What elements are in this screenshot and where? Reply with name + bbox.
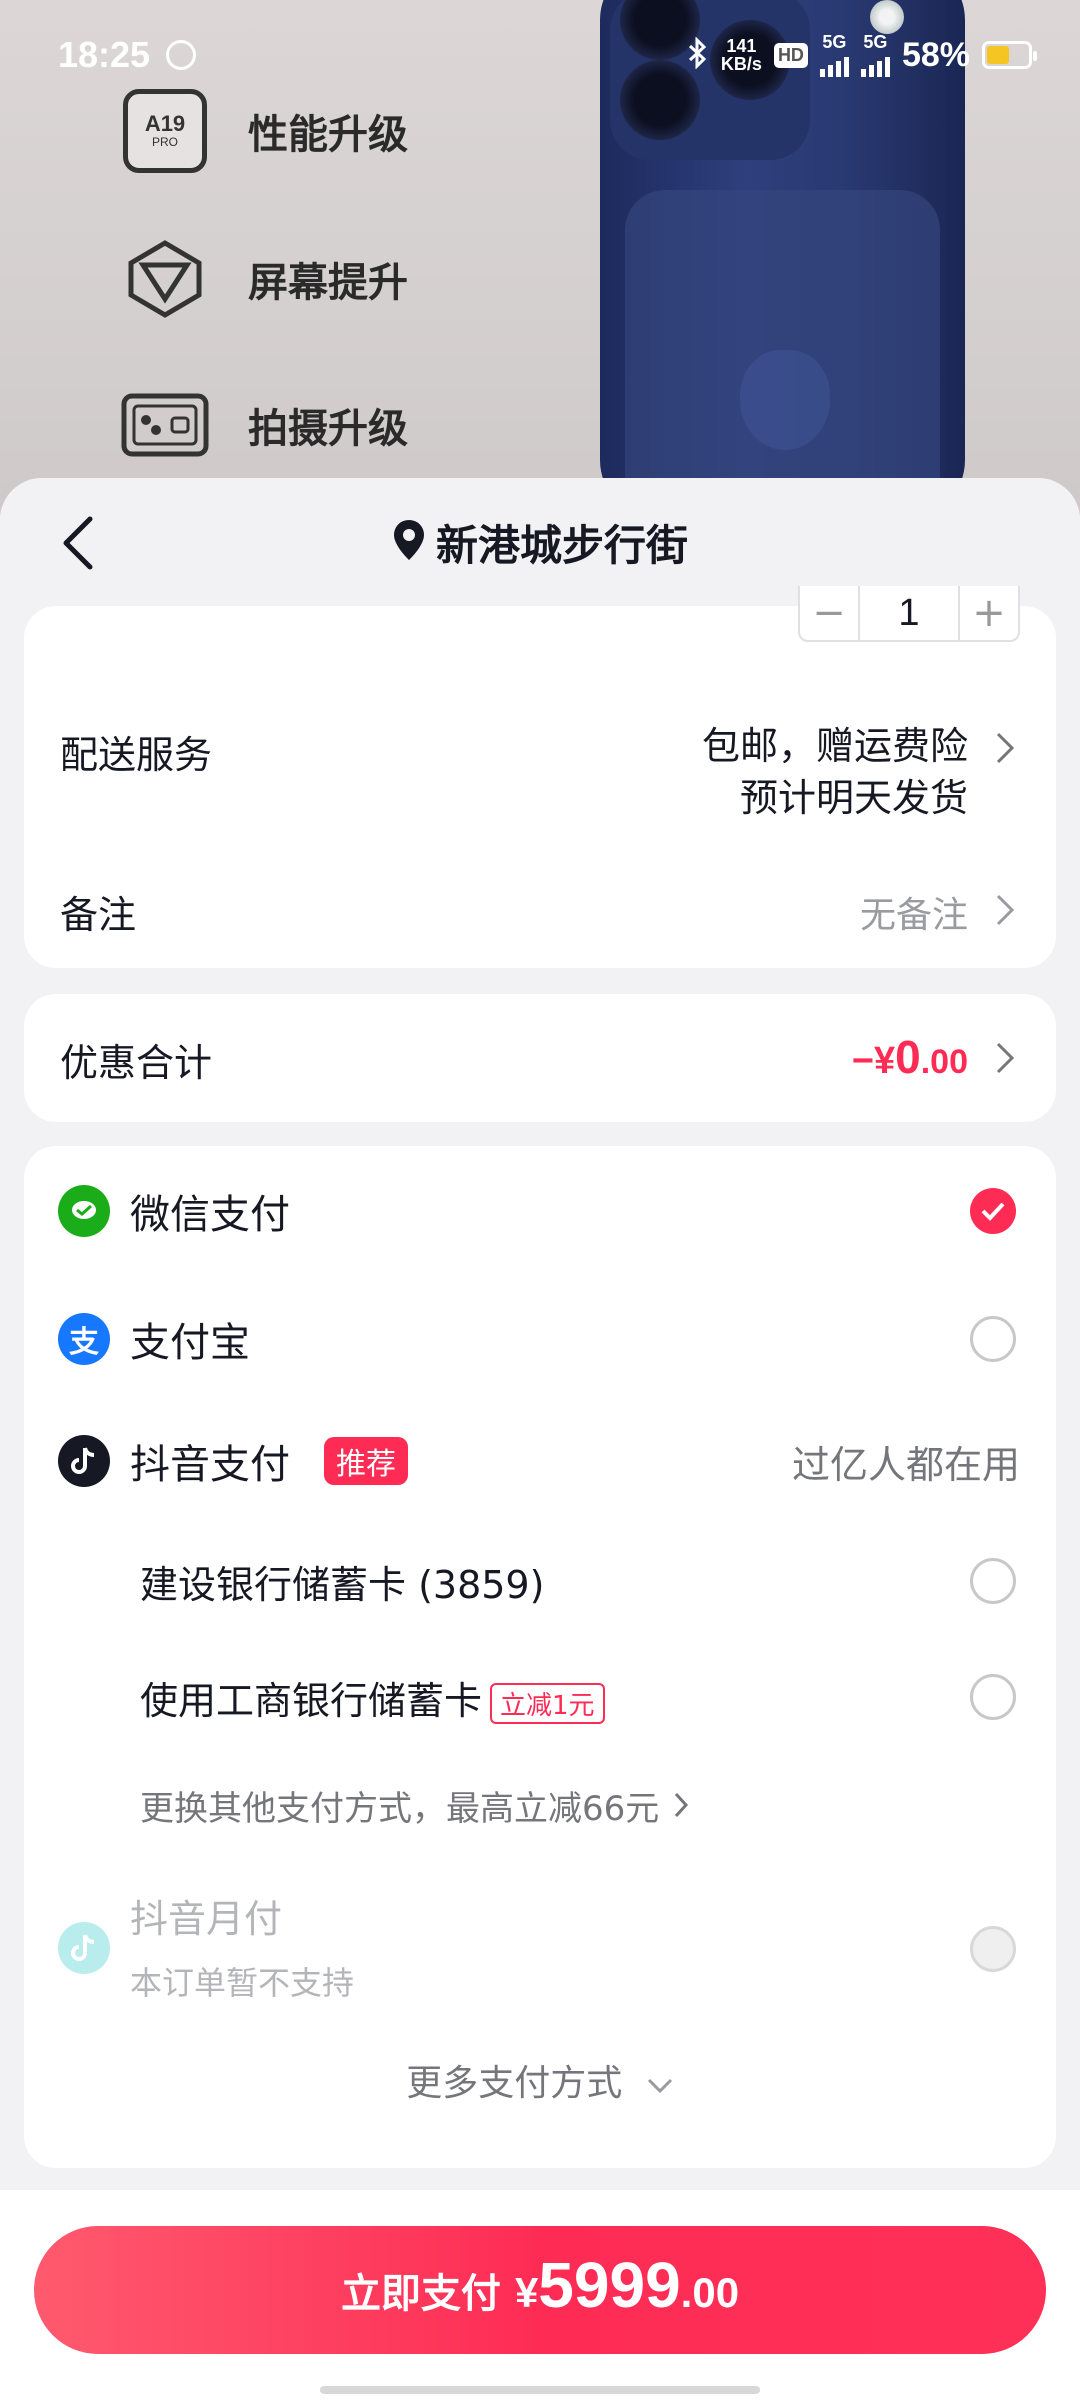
order-details-card: − 1 + 配送服务 包邮，赠运费险 预计明天发货 备注 无备注 [24,586,1056,968]
back-arrow-icon [63,516,93,570]
pay-now-button[interactable]: 立即支付 ¥ 5999 .00 [34,2226,1046,2354]
usage-text: 过亿人都在用 [791,1442,1020,1487]
douyin-icon [58,1435,110,1487]
back-button[interactable] [48,508,108,578]
camera-icon [120,380,210,470]
feature-label: 拍摄升级 [248,406,408,452]
radio-unchecked-icon[interactable] [970,1674,1016,1720]
signal-5g-2: 5G [860,33,890,77]
quantity-minus-button[interactable]: − [800,586,858,640]
discount-card[interactable]: 优惠合计 −¥ 0 .00 [24,994,1056,1122]
more-payment-button[interactable]: 更多支付方式 [24,2054,1056,2106]
quantity-value[interactable]: 1 [858,586,960,640]
discount-value: −¥ 0 .00 [851,1031,968,1083]
feature-label: 屏幕提升 [248,260,408,306]
notification-icon [166,40,197,70]
status-time: 18:25 [58,34,151,75]
location-pin-icon [392,518,426,566]
douyin-monthly-icon [58,1922,110,1974]
note-value: 无备注 [859,895,968,936]
feature-label: 性能升级 [248,112,408,158]
radio-unchecked-icon[interactable] [970,1316,1016,1362]
feature-screen: 屏幕提升 [120,234,408,324]
radio-checked-icon[interactable] [970,1188,1016,1234]
pay-option-alipay[interactable]: 支 支付宝 [24,1294,1056,1384]
quantity-stepper: − 1 + [798,586,1020,642]
shipping-label: 配送服务 [60,733,213,777]
ccb-card-label: 建设银行储蓄卡 (3859) [140,1562,545,1607]
net-speed: 141 KB/s [720,36,762,74]
alipay-icon: 支 [58,1313,110,1365]
home-indicator[interactable] [320,2386,760,2394]
payment-methods-card: 微信支付 支 支付宝 抖音支付 推荐 过亿人都在用 建设银行储蓄卡 (3859)… [24,1146,1056,2168]
wechat-pay-icon [58,1185,110,1237]
checkout-sheet: 新港城步行街 − 1 + 配送服务 包邮，赠运费险 预计明天发货 备注 无备注 [0,478,1080,2400]
screen-icon [120,234,210,324]
chevron-down-icon [647,2078,672,2094]
bluetooth-icon [687,35,709,74]
signal-bars-icon [819,51,849,77]
chevron-right-icon [994,730,1016,770]
chevron-right-icon [675,1792,689,1818]
pay-option-icbc-card[interactable]: 使用工商银行储蓄卡 立减1元 [24,1652,1056,1742]
bottom-bar: 立即支付 ¥ 5999 .00 [0,2190,1080,2400]
location-selector[interactable]: 新港城步行街 [392,512,688,573]
pay-label: 微信支付 [130,1192,290,1238]
pay-label: 支付宝 [130,1320,250,1366]
radio-unchecked-icon[interactable] [970,1558,1016,1604]
page-title: 新港城步行街 [435,520,688,570]
battery-icon [982,41,1037,69]
chevron-right-icon [994,892,1016,932]
monthly-sub: 本订单暂不支持 [130,1964,355,2002]
pay-label: 抖音支付 [130,1442,290,1488]
battery-percent: 58% [901,35,970,74]
switch-payment-link[interactable]: 更换其他支付方式，最高立减66元 [24,1760,1056,1850]
signal-5g-1: 5G [819,33,849,77]
icbc-card-label: 使用工商银行储蓄卡 立减1元 [140,1670,605,1725]
pay-option-douyin: 抖音支付 推荐 过亿人都在用 [24,1416,1056,1506]
status-bar: 18:25 141 KB/s HD 5G 5G 58% [0,0,1080,110]
pay-option-ccb-card[interactable]: 建设银行储蓄卡 (3859) [24,1536,1056,1626]
discount-badge: 立减1元 [490,1682,605,1724]
feature-camera: 拍摄升级 [120,380,408,470]
pay-option-monthly: 抖音月付 本订单暂不支持 [24,1888,1056,2008]
quantity-plus-button[interactable]: + [960,586,1018,640]
discount-label: 优惠合计 [60,1041,213,1085]
monthly-label: 抖音月付 [130,1897,283,1941]
chevron-right-icon [994,1040,1016,1080]
radio-disabled-icon [970,1926,1016,1972]
switch-payment-text: 更换其他支付方式，最高立减66元 [140,1788,660,1829]
hd-icon: HD [773,42,808,68]
signal-bars-icon [860,51,890,77]
pay-option-wechat[interactable]: 微信支付 [24,1166,1056,1256]
shipping-value: 包邮，赠运费险 预计明天发货 [701,724,968,820]
note-label: 备注 [60,893,137,937]
recommend-badge: 推荐 [324,1437,408,1485]
